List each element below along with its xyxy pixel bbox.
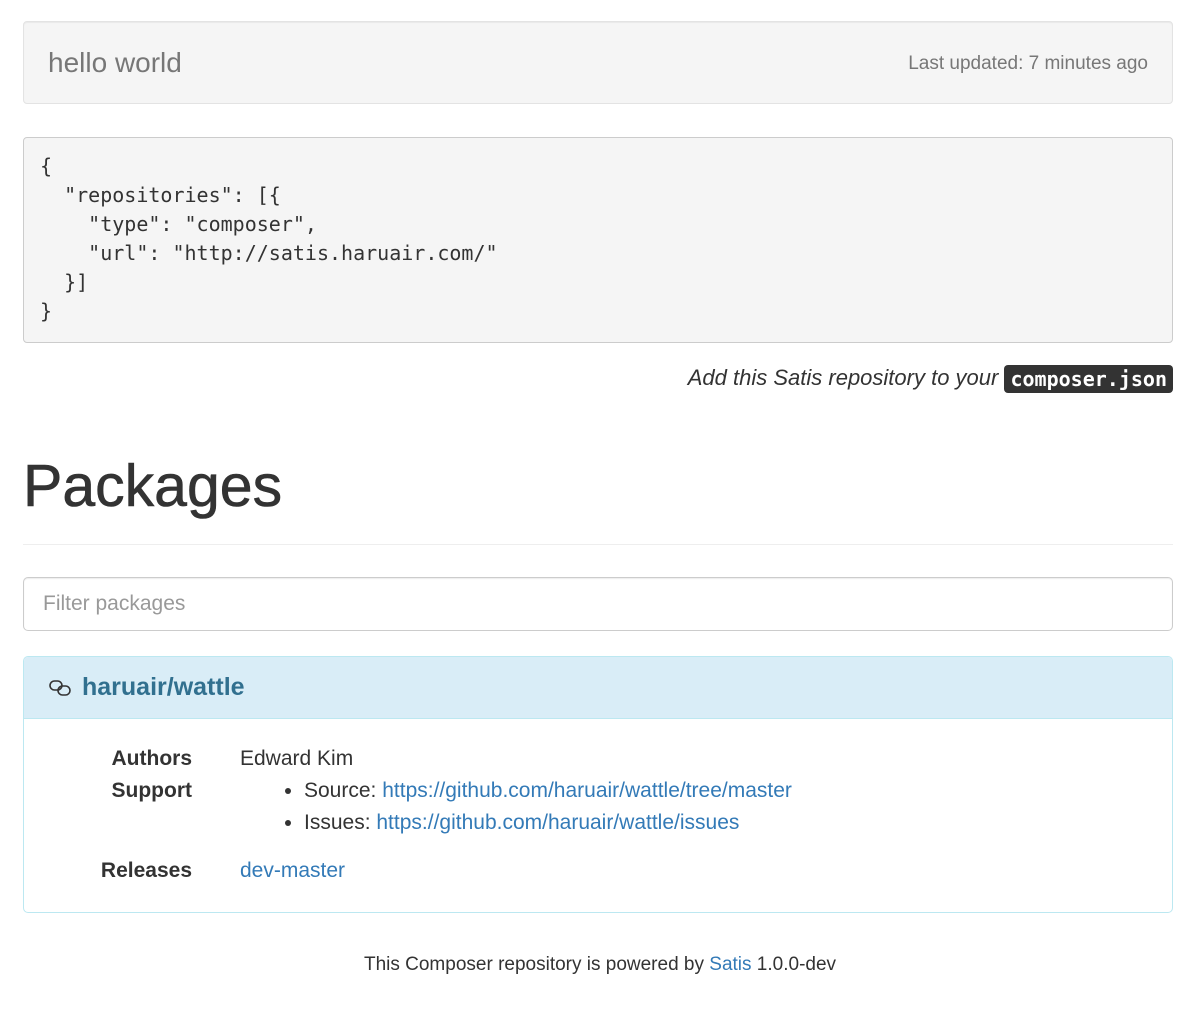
link-icon-svg — [49, 679, 71, 696]
support-issues-link[interactable]: https://github.com/haruair/wattle/issues — [376, 811, 739, 834]
site-title: hello world — [48, 46, 182, 78]
support-source-label: Source: — [304, 779, 383, 802]
heading-divider — [23, 544, 1173, 545]
last-updated-text: Last updated: 7 minutes ago — [908, 52, 1148, 74]
package-details: Authors Edward Kim Support Source: https… — [24, 719, 1172, 912]
footer-prefix: This Composer repository is powered by — [363, 954, 710, 975]
page-container: hello world Last updated: 7 minutes ago … — [23, 21, 1173, 913]
authors-value: Edward Kim — [240, 747, 354, 770]
composer-json-code: composer.json — [1004, 365, 1173, 394]
support-label: Support — [111, 779, 192, 802]
link-icon[interactable] — [48, 678, 74, 698]
authors-label: Authors — [111, 747, 193, 770]
hint-text: Add this Satis repository to your — [687, 365, 1005, 390]
package-name-link[interactable]: haruair/wattle — [82, 673, 245, 702]
packages-heading: Packages — [23, 453, 283, 520]
release-link-dev-master[interactable]: dev-master — [240, 859, 345, 882]
header-well: hello world Last updated: 7 minutes ago — [23, 21, 1173, 104]
support-value: Source: https://github.com/haruair/wattl… — [240, 775, 792, 839]
package-panel: haruair/wattle Authors Edward Kim Suppor… — [23, 656, 1173, 913]
repository-hint: Add this Satis repository to your compos… — [23, 363, 1173, 394]
authors-row: Authors Edward Kim — [24, 743, 1172, 775]
footer-suffix: 1.0.0-dev — [751, 954, 837, 975]
repository-code-snippet[interactable]: { "repositories": [{ "type": "composer",… — [23, 137, 1173, 343]
releases-label: Releases — [100, 859, 192, 882]
support-row: Support Source: https://github.com/harua… — [24, 775, 1172, 839]
footer: This Composer repository is powered by S… — [0, 952, 1200, 978]
filter-packages-input[interactable] — [23, 577, 1173, 631]
support-item-source: Source: https://github.com/haruair/wattl… — [304, 775, 792, 807]
support-source-link[interactable]: https://github.com/haruair/wattle/tree/m… — [382, 779, 792, 802]
releases-value: dev-master — [240, 855, 345, 887]
support-issues-label: Issues: — [304, 811, 377, 834]
support-item-issues: Issues: https://github.com/haruair/wattl… — [304, 807, 792, 839]
package-panel-heading: haruair/wattle — [24, 657, 1172, 719]
support-list: Source: https://github.com/haruair/wattl… — [240, 775, 792, 839]
satis-link[interactable]: Satis — [709, 954, 751, 975]
releases-row: Releases dev-master — [24, 855, 1172, 887]
